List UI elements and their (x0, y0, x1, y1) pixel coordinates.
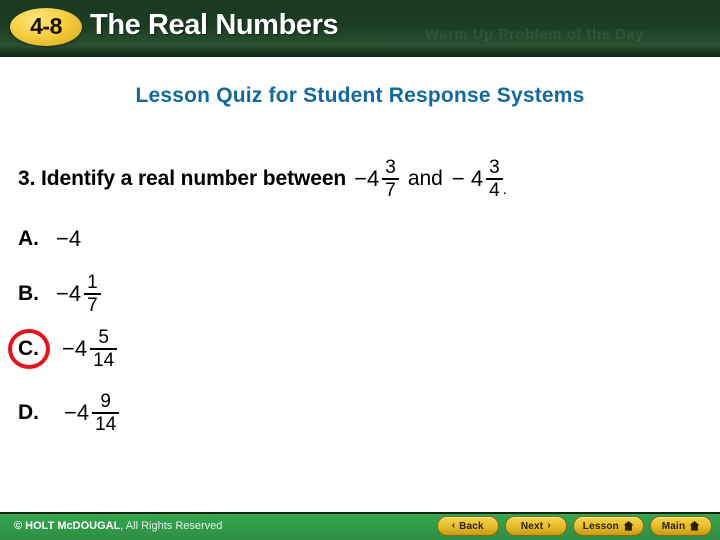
operand-b-whole: − 4 (451, 166, 484, 191)
answer-choice-b-denominator: 7 (87, 295, 98, 316)
answer-choice-c-fraction: 5 14 (90, 327, 118, 371)
lesson-title: The Real Numbers (90, 9, 339, 41)
answer-choice-a-letter: A. (18, 227, 39, 250)
question-prompt: 3. Identify a real number between (18, 167, 347, 190)
lesson-number-label: 4-8 (30, 13, 62, 39)
answer-choice-b-whole: −4 (56, 281, 82, 306)
chevron-right-icon: › (547, 520, 551, 531)
answer-choice-c-numerator: 5 (98, 327, 109, 348)
operand-b-fraction: 3 4 (486, 158, 503, 200)
answer-choice-a-number: −4 (56, 226, 82, 251)
operand-b-numerator: 3 (489, 157, 500, 178)
answer-choice-b-fraction: 1 7 (84, 273, 101, 315)
back-button[interactable]: ‹ Back (436, 516, 499, 536)
answer-choice-b[interactable]: B. −4 1 7 (18, 271, 101, 317)
operand-a-whole: −4 (354, 166, 380, 191)
answer-choice-d-letter: D. (18, 401, 39, 424)
main-button[interactable]: Main (650, 516, 712, 536)
answer-choice-d[interactable]: D. −4 9 14 (18, 390, 120, 436)
correct-answer-circle-annotation (8, 329, 50, 369)
answer-choice-d-value: −4 9 14 (64, 391, 120, 435)
answer-choice-b-numerator: 1 (87, 272, 98, 293)
answer-choice-c-value: −4 5 14 (62, 327, 118, 371)
next-button-label: Next (520, 520, 544, 532)
question-conjunction: and (407, 167, 443, 190)
answer-choice-c-denominator: 14 (93, 350, 115, 371)
slide-header: 4-8 The Real Numbers Warm Up Problem of … (0, 0, 720, 57)
home-icon (689, 521, 700, 531)
operand-b-denominator: 4 (489, 180, 500, 201)
header-watermark-text: Warm Up Problem of the Day (425, 26, 645, 43)
chevron-left-icon: ‹ (451, 520, 456, 531)
home-icon (623, 521, 634, 531)
answer-choice-a-value: −4 (56, 226, 81, 252)
answer-choice-d-whole: −4 (64, 400, 90, 425)
operand-a-numerator: 3 (385, 157, 396, 178)
answer-choice-b-value: −4 1 7 (56, 273, 101, 315)
lesson-button[interactable]: Lesson (572, 516, 644, 536)
answer-choice-c-whole: −4 (62, 336, 88, 361)
lesson-button-label: Lesson (582, 520, 619, 532)
back-button-label: Back (459, 520, 484, 532)
answer-choice-d-fraction: 9 14 (92, 391, 120, 435)
copyright-rights: , All Rights Reserved (120, 520, 223, 532)
operand-a-denominator: 7 (385, 180, 396, 201)
answer-choice-d-numerator: 9 (100, 391, 111, 412)
answer-choice-b-letter: B. (18, 282, 39, 305)
question-row: 3. Identify a real number between −4 3 7… (18, 158, 712, 200)
question-operand-a: −4 3 7 (354, 158, 399, 200)
question-trailing-punctuation: . (502, 181, 507, 198)
footer-navigation: ‹ Back Next › Lesson Main (436, 516, 712, 536)
main-button-label: Main (661, 520, 686, 532)
copyright-brand: © HOLT McDOUGAL (14, 520, 121, 532)
copyright-notice: © HOLT McDOUGAL, All Rights Reserved (14, 520, 222, 532)
answer-choice-a[interactable]: A. −4 (18, 216, 81, 262)
operand-a-fraction: 3 7 (382, 158, 399, 200)
slide-canvas: 4-8 The Real Numbers Warm Up Problem of … (0, 0, 720, 540)
lesson-number-badge: 4-8 (10, 8, 82, 46)
question-operand-b: − 4 3 4 . (452, 158, 507, 200)
next-button[interactable]: Next › (504, 516, 567, 536)
answer-choice-d-denominator: 14 (95, 414, 117, 435)
page-subtitle: Lesson Quiz for Student Response Systems (135, 84, 585, 107)
